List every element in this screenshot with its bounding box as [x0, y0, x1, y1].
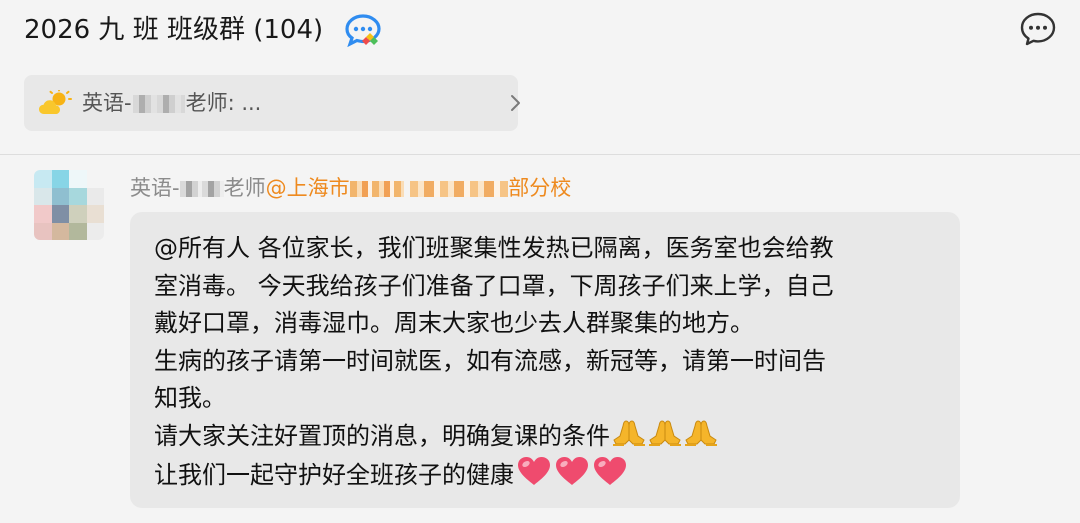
praying-hands-icon	[685, 419, 717, 446]
praying-hands-icon	[649, 419, 681, 446]
avatar[interactable]	[34, 170, 104, 240]
chat-bubble-ellipsis-icon	[1020, 12, 1056, 46]
chat-header: 2026 九 班 班级群 (104)	[0, 0, 1080, 62]
divider	[0, 154, 1080, 155]
praying-hands-icon	[613, 419, 645, 446]
message-line-with-emoji: 让我们一起守护好全班孩子的健康	[154, 455, 936, 495]
message-bubble[interactable]: @所有人 各位家长，我们班聚集性发热已隔离，医务室也会给教 室消毒。 今天我给孩…	[130, 212, 960, 508]
message-sender: 英语- 老师@上海市 部分校	[130, 173, 571, 203]
message-line: 室消毒。 今天我给孩子们准备了口罩，下周孩子们来上学，自己	[154, 271, 834, 300]
more-options-button[interactable]	[1018, 11, 1058, 47]
message-line: 生病的孩子请第一时间就医，如有流感，新冠等，请第一时间告	[154, 346, 826, 375]
heart-emoji-group	[516, 455, 630, 487]
redacted-name-blur	[132, 95, 185, 113]
praying-hands-emoji-group	[612, 418, 720, 448]
heart-icon	[594, 457, 626, 485]
message-line: @所有人 各位家长，我们班聚集性发热已隔离，医务室也会给教	[154, 234, 834, 262]
sun-cloud-icon	[38, 88, 72, 116]
redacted-org-blur	[410, 181, 509, 197]
chat-title: 2026 九 班 班级群 (104)	[24, 15, 324, 45]
chevron-right-icon	[508, 93, 524, 113]
sender-org-suffix: 部分校	[508, 176, 572, 200]
message-line-with-emoji: 请大家关注好置顶的消息，明确复课的条件	[154, 418, 936, 456]
pinned-sender-suffix: 老师: ...	[185, 91, 262, 115]
message-line: 知我。	[154, 384, 226, 412]
pinned-sender-prefix: 英语-	[82, 91, 132, 115]
message-line: 让我们一起守护好全班孩子的健康	[154, 461, 514, 489]
pinned-message-text: 英语- 老师: ...	[82, 89, 261, 117]
sender-name-prefix: 英语-	[130, 176, 180, 200]
redacted-org-blur	[349, 181, 404, 197]
heart-icon	[518, 457, 550, 485]
pinned-message-bar[interactable]: 英语- 老师: ...	[24, 75, 520, 131]
multicolor-chat-bubble-icon	[344, 13, 382, 48]
message-line: 请大家关注好置顶的消息，明确复课的条件	[154, 421, 610, 450]
heart-icon	[556, 457, 588, 485]
redacted-name-blur	[179, 181, 224, 197]
message-line: 戴好口罩，消毒湿巾。周末大家也少去人群聚集的地方。	[154, 309, 754, 337]
sender-name-suffix: 老师	[223, 176, 266, 200]
sender-org-prefix: @上海市	[265, 176, 350, 200]
